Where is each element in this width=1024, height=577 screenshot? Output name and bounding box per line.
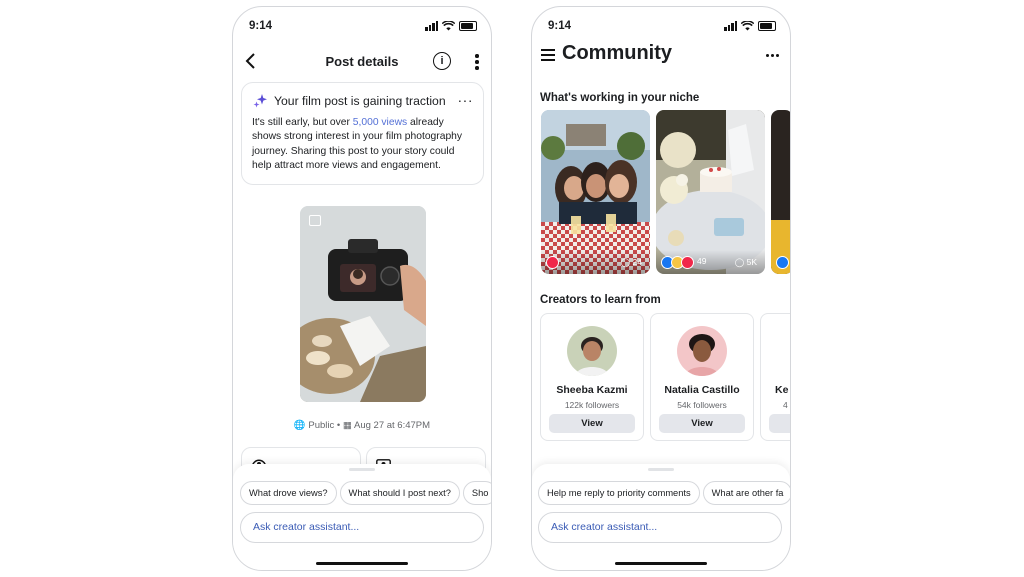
- creator-card[interactable]: Natalia Castillo 54k followers View: [650, 313, 754, 441]
- wifi-icon: [741, 21, 754, 31]
- post-details-screen: 9:14 Post details i Your film post is ga…: [232, 6, 492, 571]
- creator-name: Ke: [775, 384, 789, 396]
- comment-count-value: 5K: [746, 257, 757, 267]
- view-creator-button[interactable]: [769, 414, 790, 433]
- views-highlight[interactable]: 5,000 views: [353, 117, 407, 128]
- home-indicator: [316, 561, 408, 565]
- status-time: 9:14: [548, 20, 572, 32]
- home-indicator: [615, 561, 707, 565]
- comment-count: ◯ 5K: [734, 257, 757, 267]
- creator-card[interactable]: Sheeba Kazmi 122k followers View: [540, 313, 644, 441]
- reaction-icons: 49: [661, 256, 706, 269]
- battery-icon: [758, 21, 776, 31]
- reaction-count: 49: [697, 256, 707, 266]
- section-heading-creators: Creators to learn from: [540, 294, 661, 306]
- view-creator-button[interactable]: View: [659, 414, 745, 433]
- assistant-input[interactable]: Ask creator assistant...: [538, 512, 782, 543]
- post-media[interactable]: [300, 206, 426, 402]
- love-icon: [681, 256, 694, 269]
- page-title: Community: [562, 42, 672, 64]
- status-bar: 9:14: [532, 19, 790, 35]
- meta-separator: •: [336, 420, 341, 431]
- signal-icon: [724, 21, 737, 31]
- post-meta: 🌐 Public • ▦ Aug 27 at 6:47PM: [233, 420, 491, 431]
- insight-title: Your film post is gaining traction: [274, 94, 446, 108]
- section-heading-niche: What's working in your niche: [540, 92, 700, 104]
- menu-icon[interactable]: [541, 49, 555, 61]
- avatar: [677, 326, 727, 376]
- love-icon: [546, 256, 559, 269]
- comment-count: ◯ 24: [620, 257, 642, 267]
- creator-followers: 54k followers: [677, 400, 727, 410]
- creator-name: Natalia Castillo: [664, 384, 740, 396]
- post-photo: [300, 206, 426, 402]
- creator-followers: 122k followers: [564, 400, 620, 410]
- reel-icon: [309, 215, 321, 226]
- community-screen: 9:14 Community What's working in your ni…: [531, 6, 791, 571]
- assistant-input[interactable]: Ask creator assistant...: [240, 512, 484, 543]
- insight-card: Your film post is gaining traction ··· I…: [241, 82, 484, 185]
- creator-card[interactable]: Ke 4: [760, 313, 790, 441]
- page-title: Post details: [325, 54, 399, 69]
- suggestion-chip[interactable]: Sho: [462, 481, 491, 505]
- header: Post details i: [233, 45, 491, 77]
- post-photo: [771, 110, 790, 274]
- suggestion-chips: Help me reply to priority comments What a…: [538, 481, 790, 505]
- suggestion-chip[interactable]: What drove views?: [240, 481, 337, 505]
- sheet-handle[interactable]: [648, 468, 674, 471]
- signal-icon: [425, 21, 438, 31]
- suggestion-chip[interactable]: What are other fa: [702, 481, 790, 505]
- status-icons: [425, 21, 477, 31]
- calendar-icon: ▦: [342, 420, 352, 431]
- assistant-sheet: What drove views? What should I post next…: [233, 464, 491, 570]
- reaction-icons: [546, 256, 559, 269]
- info-icon[interactable]: i: [433, 52, 451, 70]
- status-bar: 9:14: [233, 19, 491, 35]
- suggestion-chips: What drove views? What should I post next…: [240, 481, 491, 505]
- creator-name: Sheeba Kazmi: [556, 384, 628, 396]
- more-options-icon[interactable]: [475, 54, 479, 70]
- creator-followers: 4: [783, 400, 788, 410]
- like-icon: [776, 256, 789, 269]
- insight-more-icon[interactable]: ···: [458, 93, 474, 107]
- comment-count-value: 24: [632, 257, 642, 267]
- assistant-sheet: Help me reply to priority comments What a…: [532, 464, 790, 570]
- wifi-icon: [442, 21, 455, 31]
- view-creator-button[interactable]: View: [549, 414, 635, 433]
- suggestion-chip[interactable]: What should I post next?: [339, 481, 460, 505]
- avatar: [567, 326, 617, 376]
- more-options-icon[interactable]: [766, 54, 779, 57]
- post-date: Aug 27 at 6:47PM: [354, 420, 431, 431]
- sheet-handle[interactable]: [349, 468, 375, 471]
- reaction-icons: [776, 256, 789, 269]
- niche-post-card[interactable]: [771, 110, 790, 274]
- sparkle-icon: [253, 94, 267, 108]
- suggestion-chip[interactable]: Help me reply to priority comments: [538, 481, 700, 505]
- status-time: 9:14: [249, 20, 273, 32]
- niche-post-card[interactable]: 49 ◯ 5K: [656, 110, 765, 274]
- status-icons: [724, 21, 776, 31]
- niche-post-card[interactable]: ◯ 24: [541, 110, 650, 274]
- battery-icon: [459, 21, 477, 31]
- globe-icon: 🌐: [293, 420, 306, 431]
- insight-body-text: It's still early, but over: [252, 117, 353, 128]
- insight-body: It's still early, but over 5,000 views a…: [252, 116, 473, 174]
- visibility-label: Public: [308, 420, 335, 431]
